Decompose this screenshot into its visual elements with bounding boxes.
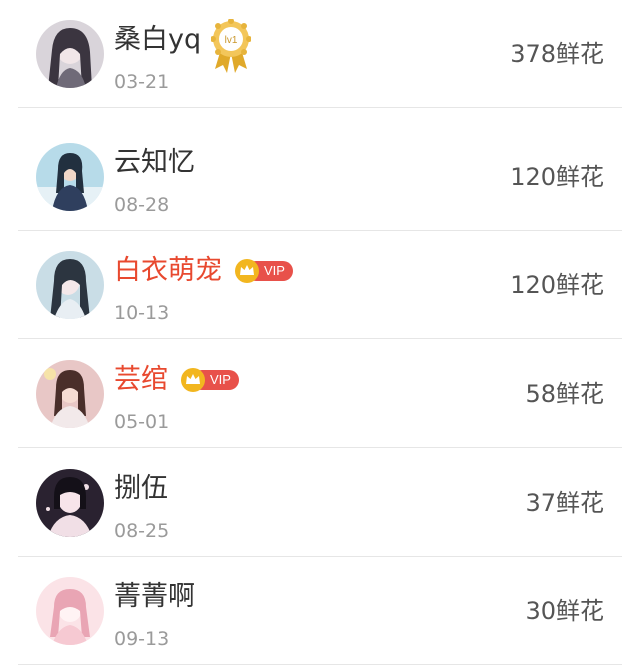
avatar[interactable] — [36, 20, 104, 88]
user-name[interactable]: 菁菁啊 — [114, 577, 195, 617]
vip-badge: VIP — [234, 259, 293, 283]
user-name[interactable]: 捌伍 — [114, 469, 168, 509]
divider — [18, 664, 622, 665]
flower-count: 30鲜花 — [525, 597, 604, 625]
avatar-image — [36, 251, 104, 319]
name-line: 菁菁啊 — [114, 577, 195, 617]
gift-date: 08-25 — [114, 520, 170, 542]
avatar[interactable] — [36, 469, 104, 537]
name-line: 桑白yq lv1 — [114, 19, 252, 73]
list-item[interactable]: 菁菁啊 09-13 30鲜花 — [0, 557, 640, 665]
flower-count: 58鲜花 — [525, 380, 604, 408]
vip-badge: VIP — [180, 368, 239, 392]
avatar[interactable] — [36, 251, 104, 319]
name-line: 白衣萌宠 VIP — [114, 251, 293, 291]
divider — [18, 107, 622, 108]
list-item[interactable]: 芸绾 VIP 05-01 58鲜花 — [0, 340, 640, 448]
level-text: lv1 — [225, 35, 238, 46]
avatar-image — [36, 143, 104, 211]
avatar-image — [36, 20, 104, 88]
user-name[interactable]: 云知忆 — [114, 143, 195, 183]
gift-date: 08-28 — [114, 194, 170, 216]
flower-count: 378鲜花 — [510, 40, 604, 68]
user-name[interactable]: 白衣萌宠 — [114, 251, 222, 291]
divider — [18, 338, 622, 339]
name-line: 云知忆 — [114, 143, 195, 183]
avatar-image — [36, 360, 104, 428]
divider — [18, 447, 622, 448]
crown-icon — [181, 368, 205, 392]
flower-gift-list: 桑白yq lv1 03-21 378鲜花 云知忆 08-28 120鲜花 白衣萌… — [0, 0, 640, 667]
list-item[interactable]: 云知忆 08-28 120鲜花 — [0, 123, 640, 231]
avatar[interactable] — [36, 577, 104, 645]
gift-date: 05-01 — [114, 411, 170, 433]
flower-count: 120鲜花 — [510, 163, 604, 191]
avatar[interactable] — [36, 360, 104, 428]
list-item[interactable]: 捌伍 08-25 37鲜花 — [0, 449, 640, 557]
avatar[interactable] — [36, 143, 104, 211]
user-name[interactable]: 桑白yq — [114, 20, 201, 60]
list-item[interactable]: 桑白yq lv1 03-21 378鲜花 — [0, 0, 640, 108]
avatar-image — [36, 577, 104, 645]
gift-date: 03-21 — [114, 71, 170, 93]
list-item[interactable]: 白衣萌宠 VIP 10-13 120鲜花 — [0, 231, 640, 339]
name-line: 芸绾 VIP — [114, 360, 239, 400]
flower-count: 37鲜花 — [525, 489, 604, 517]
level-medal-icon: lv1 — [211, 19, 252, 73]
gift-date: 10-13 — [114, 302, 170, 324]
name-line: 捌伍 — [114, 469, 168, 509]
user-name[interactable]: 芸绾 — [114, 360, 168, 400]
flower-count: 120鲜花 — [510, 271, 604, 299]
crown-icon — [235, 259, 259, 283]
avatar-image — [36, 469, 104, 537]
gift-date: 09-13 — [114, 628, 170, 650]
